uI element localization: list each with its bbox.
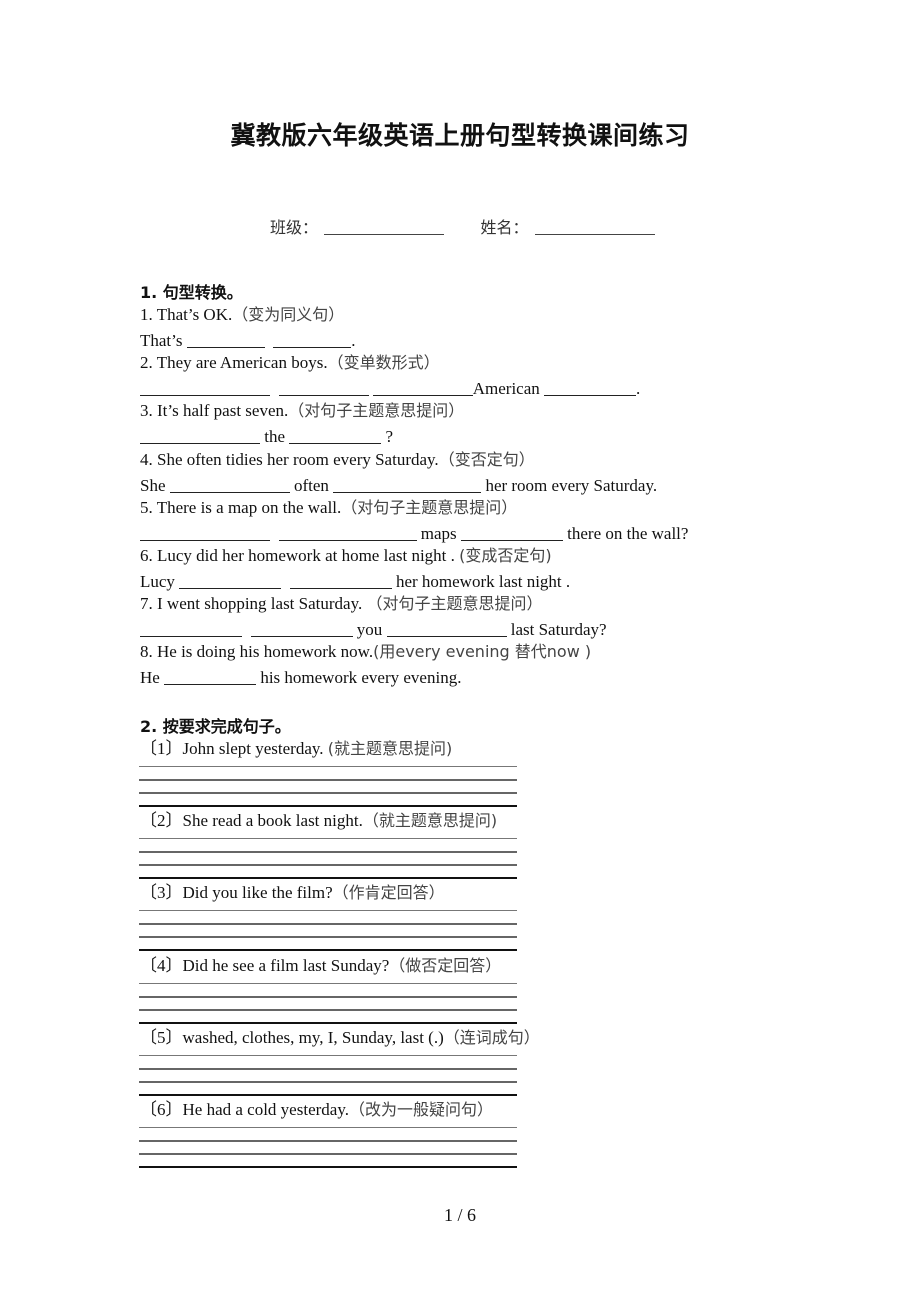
task-6-prompt: 〔6〕He had a cold yesterday.（改为一般疑问句）	[140, 1100, 493, 1119]
question-5-answer: maps there on the wall?	[140, 524, 688, 544]
task-4-prompt: 〔4〕Did he see a film last Sunday?（做否定回答）	[140, 956, 502, 975]
name-label: 姓名：	[480, 218, 529, 237]
answer-blank[interactable]	[169, 477, 290, 493]
answer-blank[interactable]	[140, 525, 270, 541]
task-1-prompt: 〔1〕John slept yesterday. (就主题意思提问)	[140, 739, 453, 758]
answer-line[interactable]	[139, 983, 517, 984]
page-number: 1 / 6	[443, 1205, 476, 1225]
answer-blank[interactable]	[140, 621, 242, 637]
question-8-prompt: 8. He is doing his homework now.(用every …	[140, 642, 592, 661]
answer-line[interactable]	[139, 877, 517, 879]
class-blank[interactable]	[324, 220, 445, 235]
answer-blank[interactable]	[278, 525, 417, 541]
question-2-answer: American .	[140, 379, 640, 399]
answer-line[interactable]	[139, 1022, 517, 1024]
name-blank[interactable]	[534, 220, 655, 235]
student-info: 班级： 姓名：	[270, 214, 655, 238]
task-3-prompt: 〔3〕Did you like the film?（作肯定回答）	[140, 883, 445, 902]
task-5-prompt: 〔5〕washed, clothes, my, I, Sunday, last …	[140, 1028, 540, 1047]
question-4-prompt: 4. She often tidies her room every Satur…	[140, 450, 535, 469]
answer-blank[interactable]	[186, 332, 265, 348]
question-1-answer: That’s .	[140, 331, 356, 350]
question-8-answer: He his homework every evening.	[140, 668, 462, 687]
answer-line[interactable]	[139, 805, 517, 807]
answer-line[interactable]	[139, 792, 517, 794]
answer-blank[interactable]	[544, 380, 637, 396]
question-5-prompt: 5. There is a map on the wall.（对句子主题意思提问…	[140, 498, 518, 517]
answer-blank[interactable]	[140, 428, 260, 444]
answer-blank[interactable]	[179, 573, 282, 589]
answer-line[interactable]	[139, 1140, 517, 1142]
answer-line[interactable]	[139, 1153, 517, 1155]
answer-blank[interactable]	[289, 428, 382, 444]
answer-line[interactable]	[139, 766, 517, 767]
answer-line[interactable]	[139, 936, 517, 938]
answer-line[interactable]	[139, 779, 517, 781]
answer-line[interactable]	[139, 1166, 517, 1168]
answer-line[interactable]	[139, 996, 517, 998]
answer-blank[interactable]	[289, 573, 392, 589]
question-1-prompt: 1. That’s OK.（变为同义句）	[140, 305, 345, 324]
answer-line[interactable]	[139, 910, 517, 911]
question-3-prompt: 3. It’s half past seven.（对句子主题意思提问）	[140, 401, 465, 420]
section1-heading: 1. 句型转换。	[140, 283, 243, 302]
answer-line[interactable]	[139, 1068, 517, 1070]
answer-blank[interactable]	[140, 380, 270, 396]
question-6-prompt: 6. Lucy did her homework at home last ni…	[140, 546, 552, 565]
class-label: 班级：	[270, 218, 319, 237]
answer-line[interactable]	[139, 838, 517, 839]
answer-blank[interactable]	[372, 380, 473, 396]
answer-line[interactable]	[139, 1009, 517, 1011]
question-3-answer: the ?	[140, 427, 393, 447]
section2-heading: 2. 按要求完成句子。	[140, 717, 291, 736]
answer-blank[interactable]	[386, 621, 507, 637]
question-7-answer: you last Saturday?	[140, 620, 607, 640]
document-title: 冀教版六年级英语上册句型转换课间练习	[230, 121, 690, 150]
answer-blank[interactable]	[164, 669, 257, 685]
answer-blank[interactable]	[278, 380, 369, 396]
answer-blank[interactable]	[460, 525, 563, 541]
answer-line[interactable]	[139, 923, 517, 925]
answer-blank[interactable]	[333, 477, 482, 493]
answer-line[interactable]	[139, 949, 517, 951]
question-6-answer: Lucy her homework last night .	[140, 572, 571, 591]
question-4-answer: She often her room every Saturday.	[140, 476, 658, 495]
task-2-prompt: 〔2〕She read a book last night.（就主题意思提问)	[140, 811, 498, 830]
answer-line[interactable]	[139, 1127, 517, 1128]
answer-blank[interactable]	[250, 621, 353, 637]
question-2-prompt: 2. They are American boys.（变单数形式）	[140, 353, 440, 372]
answer-line[interactable]	[139, 1094, 517, 1096]
answer-line[interactable]	[139, 1081, 517, 1083]
answer-line[interactable]	[139, 1055, 517, 1056]
answer-line[interactable]	[139, 851, 517, 853]
question-7-prompt: 7. I went shopping last Saturday. （对句子主题…	[140, 594, 543, 613]
answer-line[interactable]	[139, 864, 517, 866]
answer-blank[interactable]	[273, 332, 352, 348]
